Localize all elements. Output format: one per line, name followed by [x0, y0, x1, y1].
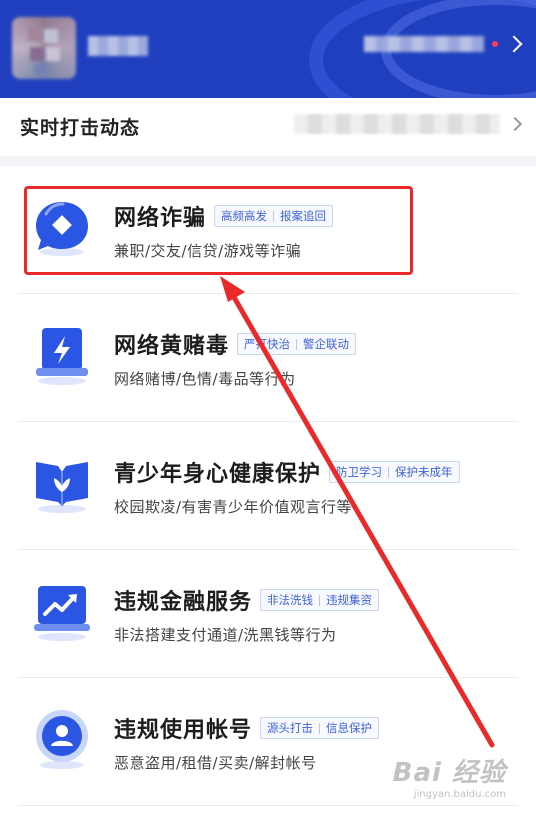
- watermark-logo: Bai 经验: [392, 758, 506, 788]
- category-tag: 防卫学习: [336, 465, 383, 479]
- chevron-right-icon: [505, 35, 523, 53]
- category-item-youth-protection[interactable]: 青少年身心健康保护 防卫学习 保护未成年 校园欺凌/有害青少年价值观言行等: [18, 422, 518, 550]
- profile-header: [0, 0, 536, 98]
- tag-divider: [319, 722, 321, 734]
- chat-bubble-diamond-icon: [36, 202, 88, 256]
- profile-link[interactable]: [364, 30, 523, 58]
- tag-divider: [296, 338, 298, 350]
- user-badge-icon: [36, 710, 88, 769]
- category-title-line: 违规金融服务 非法洗钱 违规集资: [114, 584, 380, 616]
- section-divider: [0, 156, 536, 166]
- category-tag: 非法洗钱: [267, 593, 314, 607]
- profile-info-blurred: [364, 36, 484, 52]
- user-name-blurred: [88, 36, 148, 56]
- category-tag: 高频高发: [221, 209, 268, 223]
- category-tags: 非法洗钱 违规集资: [260, 589, 380, 611]
- trend-laptop-icon: [34, 586, 90, 641]
- category-tags: 源头打击 信息保护: [260, 717, 380, 739]
- tag-divider: [273, 210, 275, 222]
- category-description: 非法搭建支付通道/洗黑钱等行为: [114, 626, 337, 644]
- category-title: 网络诈骗: [114, 206, 207, 231]
- notification-dot: [492, 41, 498, 47]
- category-title-line: 网络诈骗 高频高发 报案追回: [114, 200, 334, 232]
- live-dynamics-ticker[interactable]: [294, 114, 523, 134]
- category-description: 网络赌博/色情/毒品等行为: [114, 370, 296, 388]
- ticker-text-blurred: [294, 114, 500, 134]
- category-tags: 严打快治 警企联动: [237, 333, 357, 355]
- category-item-fraud[interactable]: 网络诈骗 高频高发 报案追回 兼职/交友/信贷/游戏等诈骗: [18, 166, 518, 294]
- category-title-line: 青少年身心健康保护 防卫学习 保护未成年: [114, 456, 460, 488]
- category-tag: 严打快治: [244, 337, 291, 351]
- category-title: 违规金融服务: [114, 590, 253, 615]
- category-description: 恶意盗用/租借/买卖/解封帐号: [114, 754, 317, 772]
- category-tag: 保护未成年: [395, 465, 453, 479]
- avatar[interactable]: [12, 17, 76, 79]
- category-tag: 信息保护: [326, 721, 373, 735]
- live-dynamics-row[interactable]: 实时打击动态: [0, 98, 536, 154]
- category-item-gambling-drugs[interactable]: 网络黄赌毒 严打快治 警企联动 网络赌博/色情/毒品等行为: [18, 294, 518, 422]
- category-tag: 源头打击: [267, 721, 314, 735]
- category-title: 网络黄赌毒: [114, 334, 230, 359]
- chevron-right-icon: [507, 116, 523, 132]
- category-tag: 违规集资: [326, 593, 373, 607]
- category-tag: 警企联动: [303, 337, 350, 351]
- category-title-line: 网络黄赌毒 严打快治 警企联动: [114, 328, 357, 360]
- category-item-illegal-finance[interactable]: 违规金融服务 非法洗钱 违规集资 非法搭建支付通道/洗黑钱等行为: [18, 550, 518, 678]
- category-tags: 防卫学习 保护未成年: [329, 461, 460, 483]
- category-title: 青少年身心健康保护: [114, 462, 322, 487]
- category-title: 违规使用帐号: [114, 718, 253, 743]
- open-book-icon: [36, 462, 88, 513]
- tag-divider: [319, 594, 321, 606]
- category-title-line: 违规使用帐号 源头打击 信息保护: [114, 712, 380, 744]
- category-tags: 高频高发 报案追回: [214, 205, 334, 227]
- category-description: 兼职/交友/信贷/游戏等诈骗: [114, 242, 302, 260]
- lightning-screen-icon: [36, 328, 88, 385]
- watermark: Bai 经验 jingyan.baidu.com: [393, 752, 506, 800]
- category-tag: 报案追回: [280, 209, 327, 223]
- live-dynamics-title: 实时打击动态: [20, 116, 141, 139]
- watermark-url: jingyan.baidu.com: [413, 789, 506, 800]
- category-description: 校园欺凌/有害青少年价值观言行等: [114, 498, 353, 516]
- tag-divider: [388, 466, 390, 478]
